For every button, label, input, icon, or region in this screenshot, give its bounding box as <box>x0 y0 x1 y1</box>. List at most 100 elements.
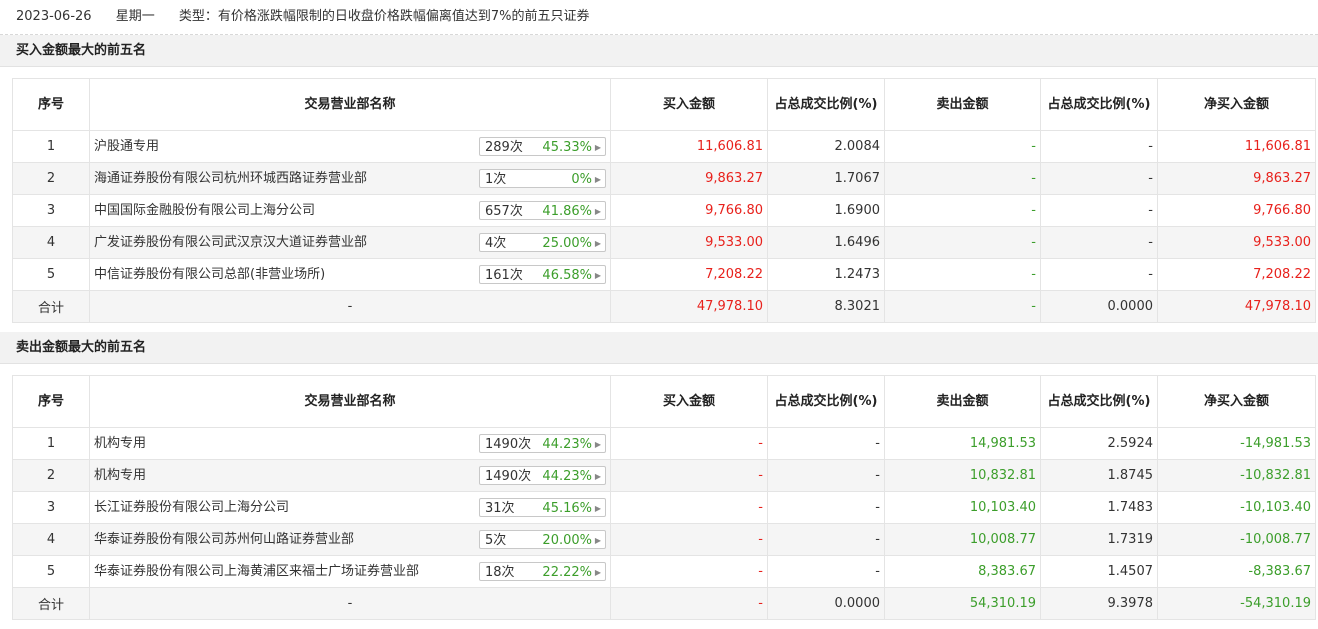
col-buy-ratio: 占总成交比例(%) <box>767 78 885 131</box>
win-rate: 41.86% <box>542 204 592 219</box>
branch-stats-badge[interactable]: 1490次 44.23% ▶ <box>479 466 606 485</box>
buy-amount: 9,766.80 <box>610 194 768 227</box>
total-branch-placeholder: - <box>89 290 611 323</box>
net-buy-amount: 9,863.27 <box>1157 162 1316 195</box>
col-no: 序号 <box>12 375 90 428</box>
buy-amount: 9,533.00 <box>610 226 768 259</box>
buy-amount: - <box>610 427 768 460</box>
branch-name-link[interactable]: 华泰证券股份有限公司苏州何山路证券营业部 <box>94 528 354 547</box>
caret-right-icon: ▶ <box>594 207 601 216</box>
branch-name-link[interactable]: 长江证券股份有限公司上海分公司 <box>94 496 289 515</box>
col-no: 序号 <box>12 78 90 131</box>
win-rate: 44.23% <box>542 437 592 452</box>
branch-cell: 长江证券股份有限公司上海分公司 31次 45.16% ▶ <box>89 491 611 524</box>
table-header-row: 序号 交易营业部名称 买入金额 占总成交比例(%) 卖出金额 占总成交比例(%)… <box>12 375 1316 428</box>
sell-ratio: - <box>1040 130 1158 163</box>
buy-section-title: 买入金额最大的前五名 <box>0 35 1318 67</box>
branch-name-link[interactable]: 沪股通专用 <box>94 135 159 154</box>
table-row: 1 沪股通专用 289次 45.33% ▶ 11,606.81 2.0084- -11,606… <box>12 130 1316 163</box>
total-branch-placeholder: - <box>89 587 611 620</box>
row-number: 1 <box>12 427 90 460</box>
total-buy-amount: - <box>610 587 768 620</box>
win-rate: 45.16% <box>542 501 592 516</box>
total-buy-ratio: 8.3021 <box>767 290 885 323</box>
table-row: 1 机构专用 1490次 44.23% ▶ - -14,981.53 2.5924 -14,98… <box>12 427 1316 460</box>
caret-right-icon: ▶ <box>594 504 601 513</box>
branch-cell: 机构专用 1490次 44.23% ▶ <box>89 459 611 492</box>
row-number: 3 <box>12 194 90 227</box>
table-row: 2 机构专用 1490次 44.23% ▶ - -10,832.81 1.8745 -10,83… <box>12 459 1316 492</box>
total-row: 合计 - -0.0000 54,310.19 9.3978 -54,310.19 <box>12 587 1316 620</box>
row-number: 2 <box>12 162 90 195</box>
sell-amount: 10,103.40 <box>884 491 1041 524</box>
net-buy-amount: -8,383.67 <box>1157 555 1316 588</box>
branch-cell: 沪股通专用 289次 45.33% ▶ <box>89 130 611 163</box>
sell-amount: - <box>884 258 1041 291</box>
sell-ratio: - <box>1040 194 1158 227</box>
branch-name-link[interactable]: 中信证券股份有限公司总部(非营业场所) <box>94 263 325 282</box>
branch-name-link[interactable]: 机构专用 <box>94 432 146 451</box>
row-number: 5 <box>12 258 90 291</box>
branch-stats-badge[interactable]: 1490次 44.23% ▶ <box>479 434 606 453</box>
sell-ratio: 1.8745 <box>1040 459 1158 492</box>
sell-amount: 10,832.81 <box>884 459 1041 492</box>
listing-count: 1490次 <box>485 437 532 452</box>
sell-amount: 14,981.53 <box>884 427 1041 460</box>
branch-stats-badge[interactable]: 4次 25.00% ▶ <box>479 233 606 252</box>
listing-count: 4次 <box>485 236 507 251</box>
listing-count: 1次 <box>485 172 507 187</box>
branch-stats-badge[interactable]: 31次 45.16% ▶ <box>479 498 606 517</box>
branch-name-link[interactable]: 中国国际金融股份有限公司上海分公司 <box>94 199 315 218</box>
total-buy-ratio: 0.0000 <box>767 587 885 620</box>
caret-right-icon: ▶ <box>594 440 601 449</box>
buy-amount: 7,208.22 <box>610 258 768 291</box>
branch-cell: 华泰证券股份有限公司苏州何山路证券营业部 5次 20.00% ▶ <box>89 523 611 556</box>
win-rate: 0% <box>571 172 592 187</box>
net-buy-amount: 9,766.80 <box>1157 194 1316 227</box>
branch-stats-badge[interactable]: 5次 20.00% ▶ <box>479 530 606 549</box>
col-net-buy: 净买入金额 <box>1157 78 1316 131</box>
listing-count: 31次 <box>485 501 515 516</box>
branch-name-link[interactable]: 机构专用 <box>94 464 146 483</box>
total-net-buy: -54,310.19 <box>1157 587 1316 620</box>
table-header-row: 序号 交易营业部名称 买入金额 占总成交比例(%) 卖出金额 占总成交比例(%)… <box>12 78 1316 131</box>
branch-cell: 机构专用 1490次 44.23% ▶ <box>89 427 611 460</box>
win-rate: 45.33% <box>542 140 592 155</box>
total-sell-ratio: 9.3978 <box>1040 587 1158 620</box>
sell-ratio: - <box>1040 258 1158 291</box>
row-number: 4 <box>12 226 90 259</box>
buy-ratio: 1.6496 <box>767 226 885 259</box>
col-branch-name: 交易营业部名称 <box>89 375 611 428</box>
sell-top5-table: 序号 交易营业部名称 买入金额 占总成交比例(%) 卖出金额 占总成交比例(%)… <box>12 375 1316 620</box>
win-rate: 22.22% <box>542 565 592 580</box>
row-number: 2 <box>12 459 90 492</box>
sell-amount: - <box>884 226 1041 259</box>
buy-ratio: - <box>767 523 885 556</box>
branch-stats-badge[interactable]: 18次 22.22% ▶ <box>479 562 606 581</box>
branch-stats-badge[interactable]: 1次 0% ▶ <box>479 169 606 188</box>
col-sell-ratio: 占总成交比例(%) <box>1040 375 1158 428</box>
col-sell-amount: 卖出金额 <box>884 78 1041 131</box>
branch-name-link[interactable]: 海通证券股份有限公司杭州环城西路证券营业部 <box>94 167 367 186</box>
table-row: 3 中国国际金融股份有限公司上海分公司 657次 41.86% ▶ 9,766.80 1.6… <box>12 194 1316 227</box>
col-sell-ratio: 占总成交比例(%) <box>1040 78 1158 131</box>
caret-right-icon: ▶ <box>594 271 601 280</box>
listing-count: 161次 <box>485 268 523 283</box>
branch-name-link[interactable]: 华泰证券股份有限公司上海黄浦区来福士广场证券营业部 <box>94 560 419 579</box>
total-net-buy: 47,978.10 <box>1157 290 1316 323</box>
branch-name-link[interactable]: 广发证券股份有限公司武汉京汉大道证券营业部 <box>94 231 367 250</box>
caret-right-icon: ▶ <box>594 536 601 545</box>
row-number: 3 <box>12 491 90 524</box>
branch-stats-badge[interactable]: 161次 46.58% ▶ <box>479 265 606 284</box>
total-buy-amount: 47,978.10 <box>610 290 768 323</box>
net-buy-amount: -14,981.53 <box>1157 427 1316 460</box>
table-row: 5 华泰证券股份有限公司上海黄浦区来福士广场证券营业部 18次 22.22% ▶ - -8,… <box>12 555 1316 588</box>
caret-right-icon: ▶ <box>594 175 601 184</box>
listing-count: 1490次 <box>485 469 532 484</box>
branch-stats-badge[interactable]: 657次 41.86% ▶ <box>479 201 606 220</box>
branch-stats-badge[interactable]: 289次 45.33% ▶ <box>479 137 606 156</box>
total-sell-amount: - <box>884 290 1041 323</box>
branch-cell: 中国国际金融股份有限公司上海分公司 657次 41.86% ▶ <box>89 194 611 227</box>
col-net-buy: 净买入金额 <box>1157 375 1316 428</box>
table-row: 4 华泰证券股份有限公司苏州何山路证券营业部 5次 20.00% ▶ - -10,008.7… <box>12 523 1316 556</box>
